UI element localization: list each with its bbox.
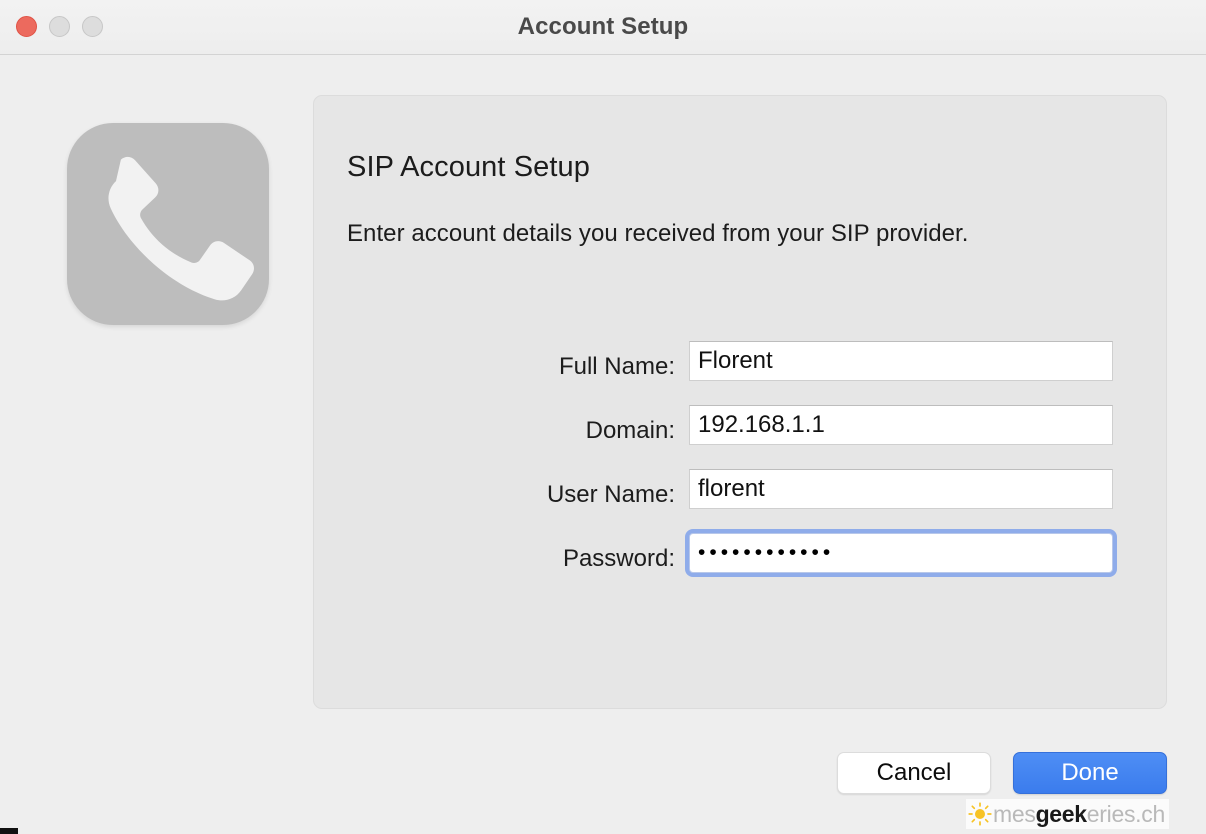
window-titlebar: Account Setup: [0, 0, 1206, 55]
dialog-footer: Cancel Done: [0, 752, 1206, 796]
user-name-label: User Name:: [546, 481, 675, 508]
window-title: Account Setup: [517, 13, 689, 40]
watermark-text-emphasis: geek: [1035, 800, 1088, 827]
domain-input[interactable]: [689, 405, 1113, 445]
watermark-text-prefix: mes: [993, 800, 1036, 827]
form-row-password: Password:: [347, 533, 1137, 597]
cancel-button[interactable]: Cancel: [837, 752, 991, 794]
account-setup-window: Account Setup SIP Account Setup Enter ac…: [0, 0, 1206, 834]
phone-handset-icon: [67, 123, 269, 325]
done-button[interactable]: Done: [1013, 752, 1167, 794]
form-row-domain: Domain:: [347, 405, 1137, 469]
password-input[interactable]: [689, 533, 1113, 573]
form-row-full-name: Full Name:: [347, 341, 1137, 405]
setup-panel: SIP Account Setup Enter account details …: [313, 95, 1167, 709]
full-name-input[interactable]: [689, 341, 1113, 381]
domain-label: Domain:: [585, 417, 675, 444]
full-name-label: Full Name:: [558, 353, 675, 380]
watermark: mes geek eries.ch: [966, 799, 1169, 829]
user-name-input[interactable]: [689, 469, 1113, 509]
sip-account-form: Full Name: Domain: User Name: Password:: [347, 341, 1137, 597]
form-row-user-name: User Name:: [347, 469, 1137, 533]
watermark-text-suffix: eries.ch: [1086, 800, 1165, 827]
password-label: Password:: [562, 545, 675, 572]
bottom-edge-mark: [0, 828, 18, 834]
panel-subtitle: Enter account details you received from …: [347, 220, 969, 247]
sun-icon: [968, 802, 992, 826]
panel-heading: SIP Account Setup: [347, 151, 591, 183]
